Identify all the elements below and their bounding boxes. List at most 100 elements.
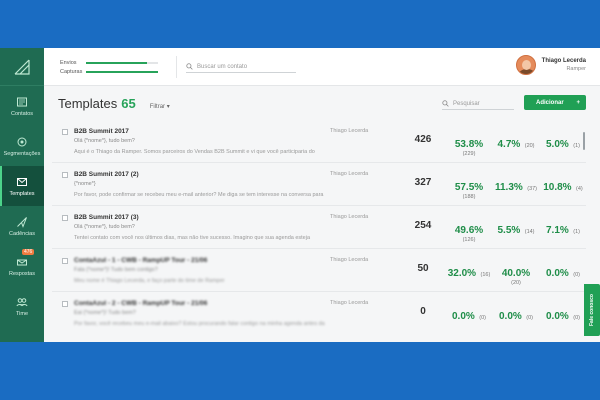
template-name[interactable]: B2B Summit 2017 (2) xyxy=(74,171,139,178)
sidebar-item-label: Contatos xyxy=(10,110,33,117)
click-rate: 5.5% (14) xyxy=(494,220,538,238)
sidebar-item-label: Segmentações xyxy=(3,150,41,157)
metric-count: (1) xyxy=(573,143,580,149)
logo-icon xyxy=(14,59,30,75)
segments-icon xyxy=(17,137,27,146)
metric-count: (0) xyxy=(526,315,533,321)
template-preview: Por favor, pode confirmar se recebeu meu… xyxy=(74,192,324,198)
row-checkbox[interactable] xyxy=(62,301,68,307)
template-search-input[interactable]: Pesquisar xyxy=(442,98,514,110)
click-rate: 4.7% (20) xyxy=(494,134,538,152)
add-label: Adicionar xyxy=(536,99,564,106)
template-preview: Meu nome é Thiago Lecerda, e faço parte … xyxy=(74,278,225,284)
page-title-area: Templates 65 Filtrar ▾ xyxy=(58,96,170,111)
reply-rate: 0.0% (0) xyxy=(540,306,586,324)
metric-percent: 5.0% xyxy=(546,139,569,150)
template-name[interactable]: B2B Summit 2017 xyxy=(74,128,129,135)
metric-percent: 57.5% xyxy=(454,182,484,193)
responses-icon xyxy=(17,259,27,265)
filter-dropdown[interactable]: Filtrar ▾ xyxy=(150,103,170,110)
metric-percent: 10.8% xyxy=(543,182,572,193)
table-row[interactable]: ContaAzul - 1 - CWB - RampUP Tour - 21/0… xyxy=(52,249,586,292)
template-owner: Thiago Lecerda xyxy=(330,214,369,220)
sidebar-item-label: Templates xyxy=(9,190,35,197)
open-rate: 49.6% (126) xyxy=(446,220,492,243)
feedback-button[interactable]: Fale conosco xyxy=(584,284,600,336)
search-icon xyxy=(186,63,193,70)
sidebar-item-label: Time xyxy=(15,310,29,317)
templates-table: B2B Summit 2017 Olá {*nome*}, tudo bem? … xyxy=(52,120,586,335)
avatar xyxy=(515,55,536,75)
template-owner: Thiago Lecerda xyxy=(330,128,369,134)
template-preview: Aqui é o Thiago da Ramper. Somos parceir… xyxy=(74,149,315,155)
open-rate: 32.0% (16) xyxy=(446,263,492,281)
meter-label: Capturas xyxy=(60,68,83,75)
row-checkbox[interactable] xyxy=(62,172,68,178)
row-checkbox[interactable] xyxy=(62,129,68,135)
cadences-icon xyxy=(17,216,27,228)
meter-label: Envios xyxy=(60,59,77,66)
table-row[interactable]: B2B Summit 2017 (2) {*nome*} Por favor, … xyxy=(52,163,586,206)
click-rate: 40.0% (20) xyxy=(494,263,538,286)
metric-percent: 7.1% xyxy=(546,225,569,236)
click-rate: 0.0% (0) xyxy=(494,306,538,324)
open-rate: 53.8% (229) xyxy=(446,134,492,157)
sent-count: 426 xyxy=(414,134,432,145)
template-owner: Thiago Lecerda xyxy=(330,171,369,177)
reply-rate: 0.0% (0) xyxy=(540,263,586,281)
sidebar-item-respostas[interactable]: 476 Respostas xyxy=(0,246,44,286)
add-template-button[interactable]: Adicionar + xyxy=(524,95,586,110)
metric-count: (126) xyxy=(462,237,476,243)
table-row[interactable]: B2B Summit 2017 (3) Olá {*nome*}, tudo b… xyxy=(52,206,586,249)
chevron-down-icon: ▾ xyxy=(166,104,170,110)
template-subject: Olá {*nome*}, tudo bem? xyxy=(74,224,135,230)
table-row[interactable]: B2B Summit 2017 Olá {*nome*}, tudo bem? … xyxy=(52,120,586,163)
scrollbar[interactable] xyxy=(583,132,585,150)
open-rate: 0.0% (0) xyxy=(446,306,492,324)
table-row[interactable]: ContaAzul - 2 - CWB - RampUP Tour - 21/0… xyxy=(52,292,586,335)
team-icon xyxy=(16,297,28,306)
open-rate: 57.5% (188) xyxy=(446,177,492,200)
row-checkbox[interactable] xyxy=(62,258,68,264)
metric-count: (229) xyxy=(462,151,476,157)
template-preview: Por favor, você recebeu meu e-mail abaix… xyxy=(74,321,325,327)
user-name: Thiago Lecerda xyxy=(541,58,586,64)
template-name[interactable]: ContaAzul - 2 - CWB - RampUP Tour - 21/0… xyxy=(74,300,207,307)
sidebar-item-cadencias[interactable]: Cadências xyxy=(0,206,44,246)
metric-percent: 0.0% xyxy=(546,311,569,322)
template-name[interactable]: B2B Summit 2017 (3) xyxy=(74,214,139,221)
reply-rate: 5.0% (1) xyxy=(540,134,586,152)
metric-count: (0) xyxy=(573,272,580,278)
feedback-label: Fale conosco xyxy=(589,294,595,326)
responses-badge: 476 xyxy=(22,249,35,255)
metric-percent: 11.3% xyxy=(494,182,523,193)
row-checkbox[interactable] xyxy=(62,215,68,221)
sidebar-item-segmentacoes[interactable]: Segmentações xyxy=(0,126,44,166)
metric-percent: 53.8% xyxy=(454,139,484,150)
usage-meters: Envios Capturas xyxy=(60,58,158,76)
sidebar-item-templates[interactable]: Templates xyxy=(0,166,44,206)
sidebar: Contatos Segmentações Templates Cadência… xyxy=(0,48,44,342)
metric-count: (4) xyxy=(576,186,583,192)
template-subject: {*nome*} xyxy=(74,181,96,187)
filter-label: Filtrar xyxy=(149,104,166,110)
template-subject: Olá {*nome*}, tudo bem? xyxy=(74,138,135,144)
sidebar-item-time[interactable]: Time xyxy=(0,286,44,326)
sent-count: 0 xyxy=(420,306,426,317)
top-frame xyxy=(0,0,600,48)
metric-percent: 5.5% xyxy=(497,225,521,236)
top-header: Envios Capturas Buscar um contato Thiago… xyxy=(44,48,600,86)
app-logo[interactable] xyxy=(0,48,44,86)
metric-percent: 32.0% xyxy=(447,268,477,279)
template-preview: Tentei contato com você nos últimos dias… xyxy=(74,235,311,241)
template-subject: Fala {*nome*}! Tudo bem contigo? xyxy=(74,267,158,273)
metric-percent: 4.7% xyxy=(497,139,521,150)
sidebar-item-contatos[interactable]: Contatos xyxy=(0,86,44,126)
metric-count: (20) xyxy=(511,280,521,286)
metric-percent: 0.0% xyxy=(452,311,475,322)
meter-capturas: Capturas xyxy=(60,67,158,76)
metric-count: (188) xyxy=(462,194,476,200)
user-menu[interactable]: Thiago Lecerda Ramper xyxy=(515,55,586,75)
contact-search-input[interactable]: Buscar um contato xyxy=(186,61,296,73)
template-name[interactable]: ContaAzul - 1 - CWB - RampUP Tour - 21/0… xyxy=(74,257,207,264)
